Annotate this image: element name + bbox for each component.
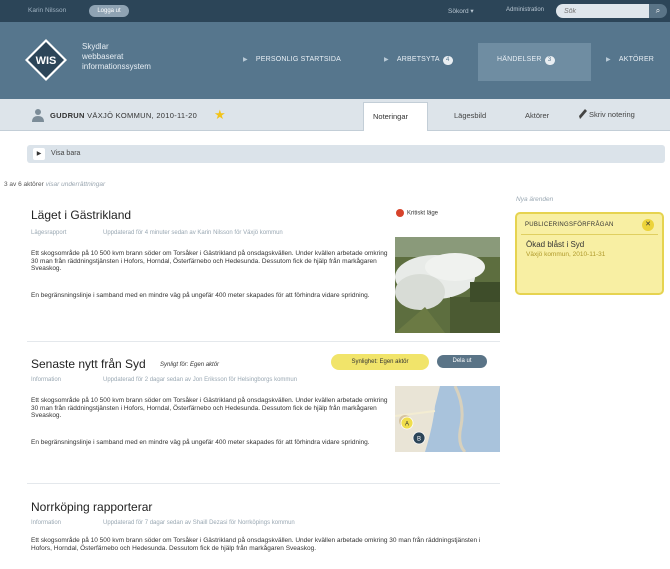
- fire-photo[interactable]: [395, 237, 500, 333]
- notice-title[interactable]: Ökad blåst i Syd: [526, 240, 584, 249]
- item-title[interactable]: Senaste nytt från Syd: [31, 357, 146, 371]
- nav-actors[interactable]: ▶ AKTÖRER: [606, 56, 654, 63]
- triangle-right-icon: ▶: [243, 57, 248, 63]
- logo-subtitle: Skydlar webbaserat informationssystem: [82, 42, 151, 71]
- filter-bar[interactable]: ▶ Visa bara: [27, 145, 665, 163]
- nav-personal-start[interactable]: ▶ PERSONLIG STARTSIDA: [243, 56, 341, 63]
- search-mode-label: Sökord: [448, 8, 469, 15]
- side-panel-label: Nya ärenden: [516, 196, 554, 203]
- nav-badge: 3: [544, 56, 555, 65]
- context-bar: GUDRUN VÄXJÖ KOMMUN, 2010-11-20 ★ Noteri…: [0, 99, 670, 131]
- item-separator: [27, 483, 500, 484]
- item-body: En begränsningslinje i samband med en mi…: [31, 439, 370, 446]
- item-body: Ett skogsområde på 10 500 kvm brann söde…: [31, 537, 481, 552]
- item-type: Information: [31, 377, 62, 383]
- tab-notes[interactable]: Noteringar: [363, 102, 428, 131]
- item-body: Ett skogsområde på 10 500 kvm brann söde…: [31, 250, 388, 273]
- person-icon: [32, 109, 44, 122]
- search-mode-dropdown[interactable]: Sökord ▾: [448, 7, 474, 15]
- item-title[interactable]: Norrköping rapporterar: [31, 500, 152, 514]
- close-icon[interactable]: ✕: [642, 219, 654, 231]
- logged-in-user: Karin Nilsson: [28, 7, 67, 14]
- item-type: Lägesrapport: [31, 230, 67, 236]
- visibility-button[interactable]: Synlighet: Egen aktör: [331, 354, 429, 370]
- search-icon: ⌕: [655, 6, 661, 15]
- item-body: Ett skogsområde på 10 500 kvm brann söde…: [31, 397, 388, 420]
- map-marker-a-label: A: [405, 422, 409, 428]
- item-type: Information: [31, 520, 62, 526]
- map-marker-b-label: B: [417, 437, 421, 443]
- tab-situation[interactable]: Lägesbild: [454, 111, 486, 120]
- item-meta: Uppdaterad för 7 dagar sedan av Shaill D…: [103, 520, 295, 526]
- pencil-icon: [579, 109, 587, 119]
- location-map[interactable]: A B: [395, 386, 500, 452]
- share-button[interactable]: Dela ut: [437, 355, 487, 368]
- search-input[interactable]: [556, 4, 649, 18]
- divider: [521, 234, 658, 235]
- item-separator: [27, 341, 500, 342]
- admin-link[interactable]: Administration: [506, 7, 544, 13]
- publish-request-card[interactable]: PUBLICERINGSFÖRFRÅGAN ✕ Ökad blåst i Syd…: [515, 212, 664, 295]
- item-title[interactable]: Läget i Gästrikland: [31, 208, 131, 222]
- triangle-right-icon: ▶: [384, 57, 389, 63]
- logout-button[interactable]: Logga ut: [89, 5, 129, 17]
- top-bar: Karin Nilsson Logga ut Sökord ▾ Administ…: [0, 0, 670, 22]
- nav-badge: 4: [442, 56, 453, 65]
- logo-text: WIS: [36, 55, 57, 67]
- star-icon[interactable]: ★: [214, 107, 226, 123]
- visibility-note: Synligt för: Egen aktör: [160, 362, 220, 368]
- main-header: WIS Skydlar webbaserat informationssyste…: [0, 22, 670, 99]
- result-count: 3 av 6 aktörer visar underrättningar: [4, 181, 106, 188]
- expand-arrow-icon[interactable]: ▶: [33, 148, 45, 160]
- triangle-right-icon: ▶: [606, 57, 611, 63]
- nav-workspace[interactable]: ▶ ARBETSYTA 4: [384, 56, 453, 65]
- critical-status-badge: Kritiskt läge: [396, 209, 438, 217]
- write-note-button[interactable]: Skriv notering: [589, 110, 635, 119]
- item-meta: Uppdaterad för 4 minuter sedan av Karin …: [103, 230, 283, 236]
- alert-dot-icon: [396, 209, 404, 217]
- item-body: En begränsningslinje i samband med en mi…: [31, 292, 370, 299]
- notice-heading: PUBLICERINGSFÖRFRÅGAN: [525, 222, 614, 228]
- tab-actors[interactable]: Aktörer: [525, 111, 549, 120]
- nav-events[interactable]: HÄNDELSER 3: [497, 56, 555, 65]
- item-meta: Uppdaterad för 2 dagar sedan av Jon Erik…: [103, 377, 298, 383]
- wis-logo[interactable]: WIS: [24, 38, 68, 82]
- search-button[interactable]: ⌕: [649, 4, 667, 18]
- filter-label: Visa bara: [51, 150, 81, 157]
- current-organization: GUDRUN VÄXJÖ KOMMUN, 2010-11-20: [50, 111, 198, 120]
- notice-subtitle: Växjö kommun, 2010-11-31: [526, 251, 606, 258]
